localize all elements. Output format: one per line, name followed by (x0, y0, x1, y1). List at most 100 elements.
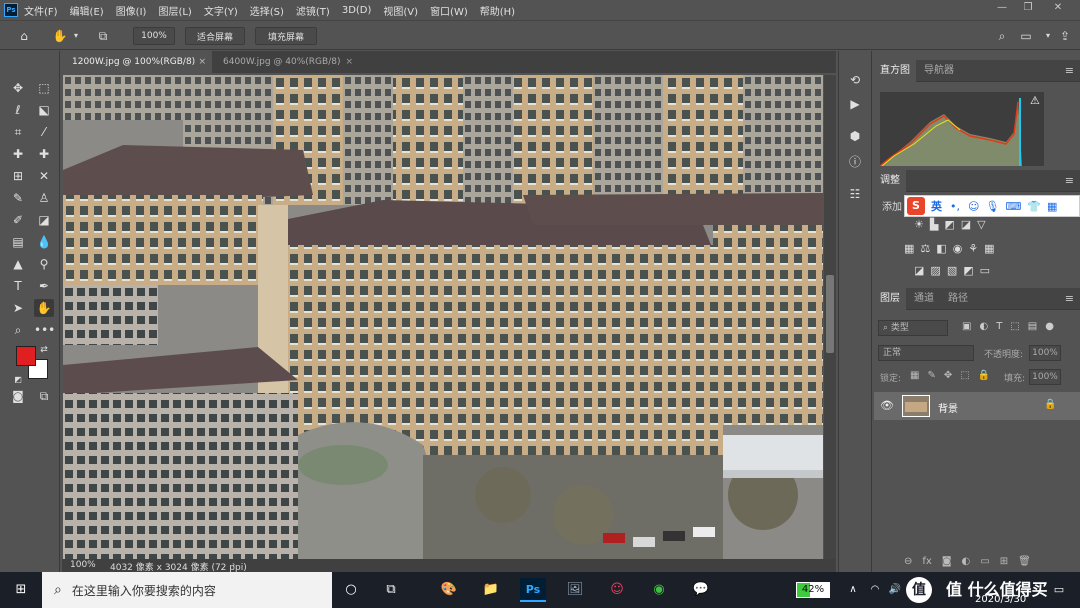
tab-6400w[interactable]: 6400W.jpg @ 40%(RGB/8) × (213, 51, 359, 73)
link-layers-icon[interactable]: ⊖ (904, 556, 912, 570)
browser-app-icon[interactable]: ◉ (646, 578, 672, 602)
fx-icon[interactable]: fx (922, 556, 931, 570)
tab-layers[interactable]: 图层 (874, 288, 906, 310)
vibrance-icon[interactable]: ▽ (977, 218, 985, 234)
photoshop-taskbar-icon[interactable]: Ps (520, 578, 546, 602)
share-icon[interactable]: ⇪ (1057, 28, 1073, 44)
move-tool-icon[interactable]: ✥ (8, 79, 28, 97)
menu-file[interactable]: 文件(F) (24, 3, 58, 18)
tab-adjustments[interactable]: 调整 (874, 170, 906, 192)
tab-channels[interactable]: 通道 (908, 288, 940, 310)
channel-mixer-icon[interactable]: ⚘ (968, 242, 978, 258)
menu-help[interactable]: 帮助(H) (480, 3, 515, 18)
eyedropper-tool-icon[interactable]: ⁄ (34, 123, 54, 141)
path-select-tool-icon[interactable]: ➤ (8, 299, 28, 317)
blur-tool-icon[interactable]: 💧 (34, 233, 54, 251)
punctuation-icon[interactable]: •, (950, 200, 960, 213)
fill-screen-button[interactable]: 填充屏幕 (255, 27, 317, 45)
selective-color-icon[interactable]: ◩ (963, 264, 973, 280)
menu-view[interactable]: 视图(V) (383, 3, 418, 18)
shape-filter-icon[interactable]: ⬚ (1010, 321, 1019, 335)
photos-app-icon[interactable]: 🖼 (562, 578, 588, 602)
clone-stamp-tool-icon[interactable]: ♙ (34, 189, 54, 207)
levels-icon[interactable]: ▙ (930, 218, 938, 234)
color-balance-icon[interactable]: ⚖ (920, 242, 930, 258)
hue-sat-icon[interactable]: ▦ (904, 242, 914, 258)
lock-position-icon[interactable]: ✥ (944, 370, 952, 384)
3d-icon[interactable]: ⬢ (845, 127, 865, 145)
layer-name[interactable]: 背景 (938, 400, 958, 415)
fit-screen-button[interactable]: 适合屏幕 (185, 27, 245, 45)
smart-filter-icon[interactable]: ▤ (1028, 321, 1037, 335)
adjust-filter-icon[interactable]: ◐ (979, 321, 988, 335)
properties-icon[interactable]: ☷ (845, 185, 865, 203)
group-icon[interactable]: ▭ (980, 556, 989, 570)
ime-mode-label[interactable]: 英 (931, 198, 942, 214)
zoom-readout[interactable]: 100% (70, 560, 96, 570)
task-view-icon[interactable]: ⧉ (378, 578, 404, 602)
windows-start-icon[interactable]: ⊞ (8, 578, 34, 602)
music-app-icon[interactable]: ☺ (604, 578, 630, 602)
actions-play-icon[interactable]: ▶ (845, 95, 865, 113)
marquee-tool-icon[interactable]: ⬚ (34, 79, 54, 97)
adjustment-layer-icon[interactable]: ◐ (962, 556, 971, 570)
layer-row[interactable]: 👁 背景 🔒 (874, 392, 1080, 420)
menu-window[interactable]: 窗口(W) (430, 3, 468, 18)
hand-tool-active-icon[interactable]: ✋ (34, 299, 54, 317)
filter-toggle-icon[interactable]: ● (1045, 321, 1054, 335)
warning-icon[interactable]: ⚠ (1030, 94, 1040, 107)
pen-tool-icon[interactable]: ✒ (34, 277, 54, 295)
screen-mode-icon[interactable]: ⧉ (34, 387, 54, 405)
history-icon[interactable]: ⟲ (845, 71, 865, 89)
emoji-icon[interactable]: ☺ (968, 200, 979, 213)
opacity-input[interactable]: 100% (1029, 345, 1061, 361)
foreground-color-swatch[interactable] (16, 346, 36, 366)
menu-type[interactable]: 文字(Y) (204, 3, 238, 18)
hand-tool-icon[interactable]: ✋ (52, 28, 68, 44)
brightness-icon[interactable]: ☀ (914, 218, 924, 234)
healing-brush-tool-icon[interactable]: ✚ (8, 145, 28, 163)
menu-edit[interactable]: 编辑(E) (70, 3, 104, 18)
visibility-eye-icon[interactable]: 👁 (880, 399, 894, 412)
search-icon[interactable]: ⌕ (994, 28, 1010, 44)
object-select-tool-icon[interactable]: ⬕ (34, 101, 54, 119)
chevron-down-icon[interactable]: ▾ (68, 28, 84, 44)
keyboard-icon[interactable]: ⌨ (1005, 200, 1021, 213)
color-lookup-icon[interactable]: ▦ (984, 242, 994, 258)
tab-paths[interactable]: 路径 (942, 288, 974, 310)
history-brush-tool-icon[interactable]: ✐ (8, 211, 28, 229)
quick-mask-icon[interactable]: ◙ (8, 387, 28, 405)
swap-colors-icon[interactable]: ⇄ (38, 341, 50, 359)
menu-image[interactable]: 图像(I) (116, 3, 147, 18)
lock-artboard-icon[interactable]: ⬚ (960, 370, 969, 384)
file-explorer-icon[interactable]: 📁 (478, 578, 504, 602)
scroll-all-windows-icon[interactable]: ⧉ (95, 28, 111, 44)
lock-pixels-icon[interactable]: ✎ (927, 370, 935, 384)
cortana-icon[interactable]: ○ (338, 578, 364, 602)
gradient-map-icon[interactable]: ▭ (980, 264, 990, 280)
battery-indicator[interactable]: 42% (796, 582, 830, 598)
restore-icon[interactable]: ❐ (1016, 2, 1040, 16)
status-chevron-icon[interactable]: › (232, 560, 235, 569)
tab-navigator[interactable]: 导航器 (918, 60, 960, 82)
scroll-thumb[interactable] (826, 275, 834, 353)
brush-tool-icon[interactable]: ✎ (8, 189, 28, 207)
patch-tool-icon[interactable]: ✚ (34, 145, 54, 163)
panel-menu-icon[interactable]: ≡ (1065, 174, 1074, 187)
dodge-tool-icon[interactable]: ⚲ (34, 255, 54, 273)
exposure-icon[interactable]: ◪ (961, 218, 971, 234)
panel-menu-icon[interactable]: ≡ (1065, 292, 1074, 305)
type-filter-icon[interactable]: T (996, 321, 1002, 335)
mask-icon[interactable]: ◙ (942, 556, 952, 570)
menu-3d[interactable]: 3D(D) (342, 5, 372, 16)
tab-1200w[interactable]: 1200W.jpg @ 100%(RGB/8) × (62, 51, 212, 73)
notification-icon[interactable]: ▭ (1046, 578, 1072, 602)
lasso-tool-icon[interactable]: ℓ (8, 101, 28, 119)
taskbar-search[interactable]: ⌕ 在这里输入你要搜索的内容 (42, 572, 332, 608)
minimize-icon[interactable]: — (990, 2, 1014, 16)
type-tool-icon[interactable]: T (8, 277, 28, 295)
lock-all-icon[interactable]: 🔒 (978, 370, 990, 384)
home-icon[interactable]: ⌂ (16, 28, 32, 44)
crop-tool-icon[interactable]: ⌗ (8, 123, 28, 141)
menu-layer[interactable]: 图层(L) (158, 3, 191, 18)
